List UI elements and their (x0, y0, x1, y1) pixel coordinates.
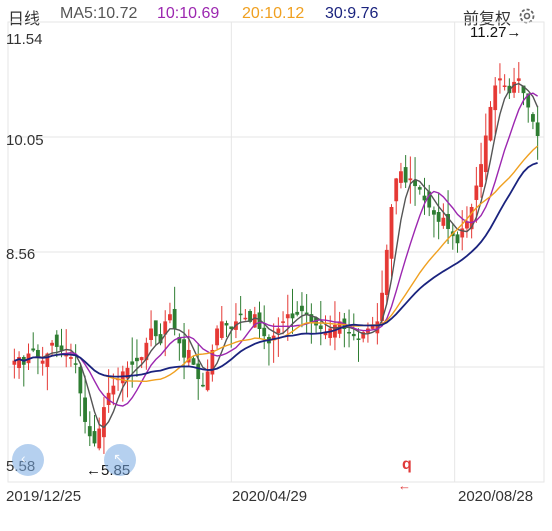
candle-body (384, 249, 389, 295)
candle-body (455, 234, 460, 244)
candle-body (498, 78, 502, 81)
ma20-line (14, 145, 539, 382)
candle-body (403, 167, 408, 183)
candle-body (149, 328, 153, 340)
candle-body (408, 178, 413, 181)
candle-body (130, 361, 135, 365)
candle-body (215, 328, 219, 346)
candle-body (394, 178, 399, 202)
ma30-line (14, 162, 538, 378)
candle-body (285, 314, 290, 319)
candle-body (135, 357, 139, 362)
candle-body (347, 331, 351, 334)
event-marker[interactable]: q (402, 456, 412, 474)
candle-body (488, 106, 493, 141)
zoom-button[interactable]: ↖ (104, 444, 136, 476)
candle-body (111, 385, 116, 395)
candle-body (172, 308, 177, 330)
y-tick-label: 8.56 (6, 246, 36, 263)
x-tick-label: 2019/12/25 (6, 488, 82, 505)
candle-body (295, 311, 300, 315)
candle-body (479, 164, 483, 187)
candle-body (512, 81, 516, 93)
candle-body (83, 397, 87, 422)
candle-body (102, 407, 106, 438)
candle-body (417, 187, 422, 190)
candle-body (182, 339, 186, 358)
candle-body (389, 207, 394, 259)
candle-body (502, 85, 507, 87)
candle-body (219, 321, 224, 338)
chevron-left-icon: ‹ (21, 450, 26, 466)
candle-body (300, 305, 304, 312)
candle-body (413, 180, 417, 187)
x-tick-label: 2020/08/28 (458, 488, 534, 505)
candle-body (78, 366, 83, 394)
ma5-line (14, 82, 539, 429)
candle-body (73, 363, 78, 365)
candle-body (493, 85, 498, 111)
scroll-left-button[interactable]: ‹ (12, 444, 44, 476)
candle-body (31, 348, 36, 351)
candle-body (422, 195, 427, 201)
candle-body (69, 357, 73, 359)
candle-body (535, 122, 540, 137)
candle-body (191, 358, 196, 365)
candle-body (139, 357, 144, 361)
candle-body (351, 333, 356, 337)
candle-body (276, 328, 281, 333)
candle-body (474, 185, 479, 200)
candle-body (328, 328, 333, 338)
candle-body (290, 313, 295, 319)
candle-body (196, 363, 201, 380)
candle-body (318, 325, 323, 330)
candle-body (243, 317, 248, 320)
candle-body (54, 334, 59, 347)
candle-body (201, 384, 205, 387)
candle-body (531, 114, 535, 122)
candle-body (281, 321, 285, 323)
candle-body (436, 212, 441, 222)
candle-body (92, 431, 97, 444)
candle-body (441, 217, 446, 226)
candle-body (50, 342, 54, 346)
high-price-annotation: 11.27→ (470, 24, 522, 41)
y-tick-label: 10.05 (6, 132, 44, 149)
candle-body (262, 327, 267, 337)
candle-body (40, 360, 45, 364)
ma10-line (14, 92, 538, 407)
candle-body (205, 371, 210, 391)
candle-body (87, 426, 92, 437)
candle-body (483, 135, 488, 173)
candle-body (356, 338, 361, 340)
expand-icon: ↖ (113, 450, 125, 466)
y-tick-label: 11.54 (6, 31, 43, 48)
candle-body (59, 345, 64, 351)
candle-body (153, 320, 158, 337)
candle-body (432, 210, 436, 215)
x-tick-label: 2020/04/29 (232, 488, 308, 505)
candle-body (12, 360, 17, 365)
candle-body (399, 171, 403, 183)
candle-body (168, 314, 172, 321)
candle-body (97, 428, 102, 449)
event-marker-arrow: ← (398, 478, 411, 493)
candlestick-chart[interactable] (0, 0, 552, 531)
candle-body (516, 78, 521, 81)
candle-body (238, 313, 243, 316)
candle-body (224, 323, 229, 326)
